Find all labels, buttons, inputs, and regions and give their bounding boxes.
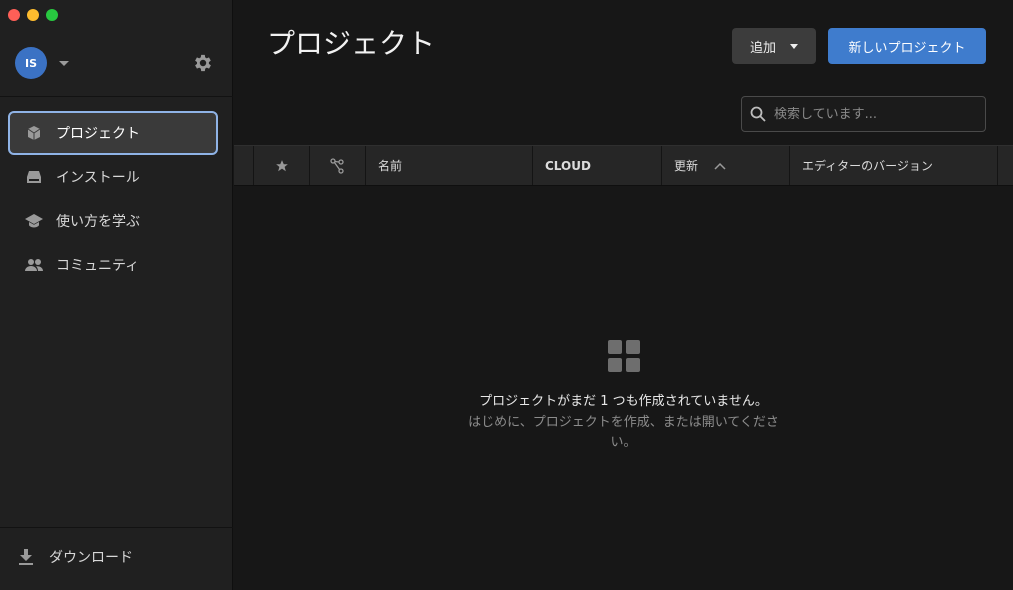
- column-version-control[interactable]: [310, 146, 366, 185]
- chevron-up-icon: [714, 162, 726, 170]
- gear-icon[interactable]: [192, 52, 214, 74]
- download-label: ダウンロード: [49, 550, 133, 566]
- column-name[interactable]: 名前: [366, 146, 533, 185]
- chevron-down-icon[interactable]: [59, 60, 69, 66]
- minimize-window-button[interactable]: [27, 9, 39, 21]
- cube-icon: [24, 124, 44, 142]
- window-controls: [8, 9, 58, 21]
- account-menu[interactable]: IS: [15, 47, 69, 79]
- download-icon: [19, 549, 37, 565]
- sidebar-item-label: プロジェクト: [56, 126, 140, 142]
- column-spacer: [998, 146, 1013, 185]
- empty-state-title: プロジェクトがまだ 1 つも作成されていません。: [479, 394, 768, 409]
- search-input[interactable]: [774, 106, 974, 122]
- graduation-cap-icon: [24, 212, 44, 230]
- branch-icon: [329, 157, 344, 174]
- download-button[interactable]: ダウンロード: [19, 547, 133, 567]
- sidebar-divider: [0, 527, 233, 528]
- column-updated-label: 更新: [674, 159, 699, 173]
- column-editor-version[interactable]: エディターのバージョン: [790, 146, 998, 185]
- sidebar-item-label: コミュニティ: [56, 258, 140, 274]
- avatar[interactable]: IS: [15, 47, 47, 79]
- add-button[interactable]: 追加: [732, 28, 816, 64]
- star-icon: [275, 159, 288, 171]
- new-project-button[interactable]: 新しいプロジェクト: [828, 28, 986, 64]
- search-icon: [750, 106, 766, 122]
- search-box[interactable]: [741, 96, 986, 132]
- main-panel: プロジェクト 追加 新しいプロジェクト 名前 CLOUD 更新: [234, 0, 1013, 590]
- empty-state: プロジェクトがまだ 1 つも作成されていません。 はじめに、プロジェクトを作成、…: [234, 340, 1013, 453]
- table-header: 名前 CLOUD 更新 エディターのバージョン: [234, 145, 1013, 186]
- add-button-label: 追加: [749, 40, 776, 56]
- sidebar-item-learn[interactable]: 使い方を学ぶ: [8, 199, 218, 243]
- chevron-down-icon: [790, 43, 798, 49]
- column-spacer: [234, 146, 254, 185]
- empty-state-subtitle: はじめに、プロジェクトを作成、または開いてください。: [468, 415, 779, 450]
- sidebar-divider: [0, 96, 233, 97]
- column-updated[interactable]: 更新: [662, 146, 790, 185]
- page-title: プロジェクト: [267, 27, 436, 60]
- column-favorite[interactable]: [254, 146, 310, 185]
- sidebar: IS プロジェクト インストール 使い方を学ぶ コミュニティ ダウンロード: [0, 0, 233, 590]
- sidebar-item-installs[interactable]: インストール: [8, 155, 218, 199]
- sidebar-item-projects[interactable]: プロジェクト: [8, 111, 218, 155]
- drive-icon: [24, 168, 44, 186]
- sidebar-nav: プロジェクト インストール 使い方を学ぶ コミュニティ: [8, 111, 218, 287]
- sidebar-item-community[interactable]: コミュニティ: [8, 243, 218, 287]
- people-icon: [24, 256, 44, 274]
- grid-icon: [607, 340, 640, 372]
- zoom-window-button[interactable]: [46, 9, 58, 21]
- column-cloud[interactable]: CLOUD: [533, 146, 662, 185]
- sidebar-item-label: インストール: [56, 170, 140, 186]
- close-window-button[interactable]: [8, 9, 20, 21]
- sidebar-item-label: 使い方を学ぶ: [56, 214, 140, 230]
